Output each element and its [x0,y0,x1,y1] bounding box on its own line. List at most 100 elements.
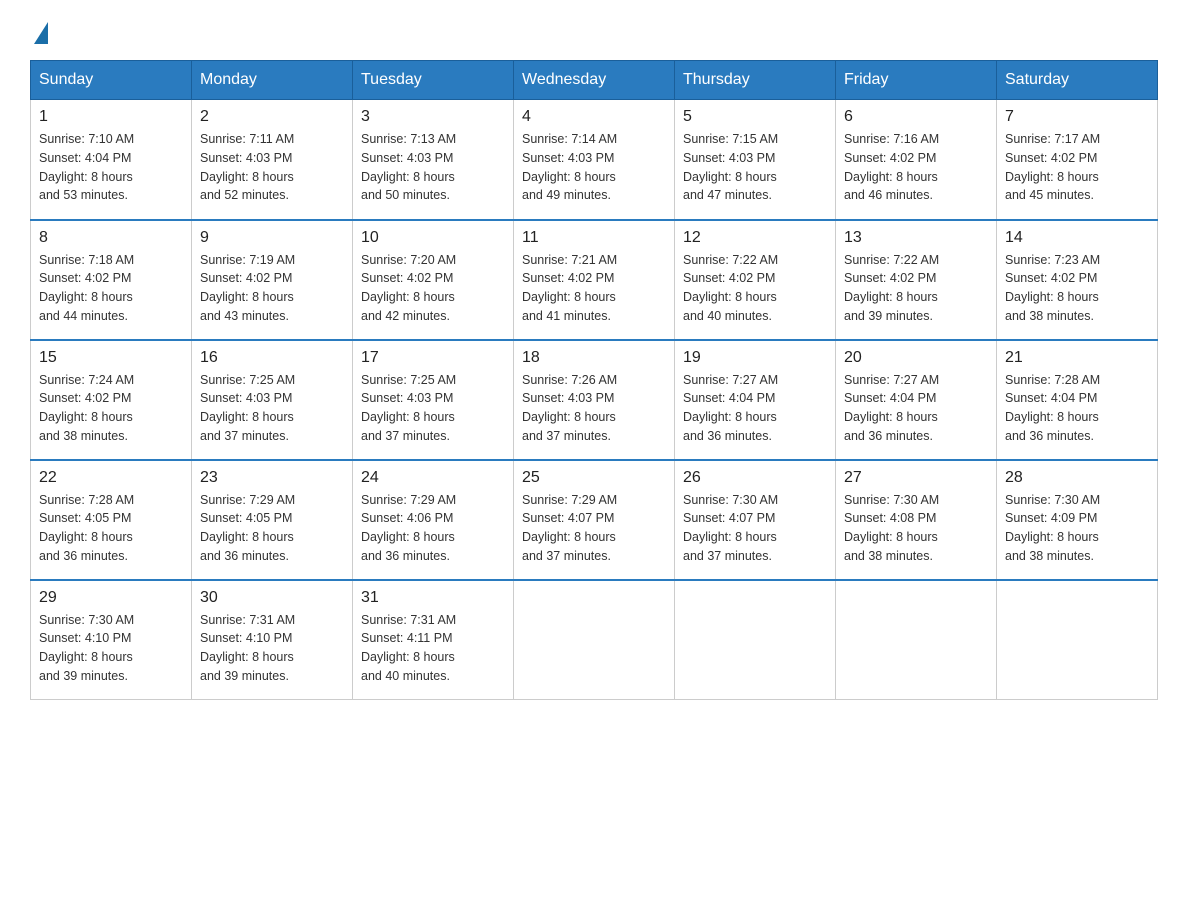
day-number: 17 [361,349,505,367]
day-info: Sunrise: 7:28 AM Sunset: 4:04 PM Dayligh… [1005,371,1149,446]
day-info: Sunrise: 7:23 AM Sunset: 4:02 PM Dayligh… [1005,251,1149,326]
day-info: Sunrise: 7:15 AM Sunset: 4:03 PM Dayligh… [683,130,827,205]
col-header-tuesday: Tuesday [353,61,514,100]
calendar-cell: 25 Sunrise: 7:29 AM Sunset: 4:07 PM Dayl… [514,460,675,580]
calendar-cell: 15 Sunrise: 7:24 AM Sunset: 4:02 PM Dayl… [31,340,192,460]
calendar-cell: 11 Sunrise: 7:21 AM Sunset: 4:02 PM Dayl… [514,220,675,340]
day-info: Sunrise: 7:24 AM Sunset: 4:02 PM Dayligh… [39,371,183,446]
day-number: 23 [200,469,344,487]
col-header-sunday: Sunday [31,61,192,100]
calendar-cell: 4 Sunrise: 7:14 AM Sunset: 4:03 PM Dayli… [514,100,675,220]
day-info: Sunrise: 7:29 AM Sunset: 4:05 PM Dayligh… [200,491,344,566]
day-number: 16 [200,349,344,367]
calendar-cell: 17 Sunrise: 7:25 AM Sunset: 4:03 PM Dayl… [353,340,514,460]
calendar-cell: 1 Sunrise: 7:10 AM Sunset: 4:04 PM Dayli… [31,100,192,220]
day-info: Sunrise: 7:20 AM Sunset: 4:02 PM Dayligh… [361,251,505,326]
day-info: Sunrise: 7:22 AM Sunset: 4:02 PM Dayligh… [683,251,827,326]
calendar-cell: 30 Sunrise: 7:31 AM Sunset: 4:10 PM Dayl… [192,580,353,700]
day-info: Sunrise: 7:31 AM Sunset: 4:11 PM Dayligh… [361,611,505,686]
day-info: Sunrise: 7:18 AM Sunset: 4:02 PM Dayligh… [39,251,183,326]
calendar-cell: 13 Sunrise: 7:22 AM Sunset: 4:02 PM Dayl… [836,220,997,340]
calendar-header-row: SundayMondayTuesdayWednesdayThursdayFrid… [31,61,1158,100]
day-number: 28 [1005,469,1149,487]
day-info: Sunrise: 7:25 AM Sunset: 4:03 PM Dayligh… [361,371,505,446]
day-info: Sunrise: 7:30 AM Sunset: 4:10 PM Dayligh… [39,611,183,686]
col-header-wednesday: Wednesday [514,61,675,100]
day-info: Sunrise: 7:26 AM Sunset: 4:03 PM Dayligh… [522,371,666,446]
day-info: Sunrise: 7:29 AM Sunset: 4:07 PM Dayligh… [522,491,666,566]
day-number: 12 [683,229,827,247]
page-header [30,20,1158,40]
day-number: 27 [844,469,988,487]
day-number: 3 [361,108,505,126]
calendar-cell: 2 Sunrise: 7:11 AM Sunset: 4:03 PM Dayli… [192,100,353,220]
day-info: Sunrise: 7:14 AM Sunset: 4:03 PM Dayligh… [522,130,666,205]
day-number: 10 [361,229,505,247]
calendar-cell: 24 Sunrise: 7:29 AM Sunset: 4:06 PM Dayl… [353,460,514,580]
day-info: Sunrise: 7:17 AM Sunset: 4:02 PM Dayligh… [1005,130,1149,205]
calendar-cell: 7 Sunrise: 7:17 AM Sunset: 4:02 PM Dayli… [997,100,1158,220]
calendar-cell: 23 Sunrise: 7:29 AM Sunset: 4:05 PM Dayl… [192,460,353,580]
col-header-friday: Friday [836,61,997,100]
day-info: Sunrise: 7:29 AM Sunset: 4:06 PM Dayligh… [361,491,505,566]
day-number: 19 [683,349,827,367]
day-info: Sunrise: 7:30 AM Sunset: 4:08 PM Dayligh… [844,491,988,566]
day-info: Sunrise: 7:10 AM Sunset: 4:04 PM Dayligh… [39,130,183,205]
calendar-week-row: 22 Sunrise: 7:28 AM Sunset: 4:05 PM Dayl… [31,460,1158,580]
calendar-week-row: 29 Sunrise: 7:30 AM Sunset: 4:10 PM Dayl… [31,580,1158,700]
logo [30,20,48,40]
day-number: 9 [200,229,344,247]
day-info: Sunrise: 7:21 AM Sunset: 4:02 PM Dayligh… [522,251,666,326]
calendar-cell [675,580,836,700]
calendar-cell: 20 Sunrise: 7:27 AM Sunset: 4:04 PM Dayl… [836,340,997,460]
day-info: Sunrise: 7:31 AM Sunset: 4:10 PM Dayligh… [200,611,344,686]
calendar-cell [836,580,997,700]
day-info: Sunrise: 7:27 AM Sunset: 4:04 PM Dayligh… [683,371,827,446]
day-number: 29 [39,589,183,607]
day-number: 22 [39,469,183,487]
day-info: Sunrise: 7:30 AM Sunset: 4:09 PM Dayligh… [1005,491,1149,566]
day-info: Sunrise: 7:19 AM Sunset: 4:02 PM Dayligh… [200,251,344,326]
calendar-cell: 31 Sunrise: 7:31 AM Sunset: 4:11 PM Dayl… [353,580,514,700]
calendar-cell: 28 Sunrise: 7:30 AM Sunset: 4:09 PM Dayl… [997,460,1158,580]
day-number: 8 [39,229,183,247]
day-info: Sunrise: 7:25 AM Sunset: 4:03 PM Dayligh… [200,371,344,446]
day-number: 1 [39,108,183,126]
day-info: Sunrise: 7:27 AM Sunset: 4:04 PM Dayligh… [844,371,988,446]
day-number: 2 [200,108,344,126]
day-number: 18 [522,349,666,367]
calendar-cell [997,580,1158,700]
calendar-week-row: 15 Sunrise: 7:24 AM Sunset: 4:02 PM Dayl… [31,340,1158,460]
day-number: 31 [361,589,505,607]
logo-triangle-icon [34,22,48,44]
day-number: 13 [844,229,988,247]
day-number: 7 [1005,108,1149,126]
calendar-cell: 18 Sunrise: 7:26 AM Sunset: 4:03 PM Dayl… [514,340,675,460]
calendar-cell: 8 Sunrise: 7:18 AM Sunset: 4:02 PM Dayli… [31,220,192,340]
calendar-cell: 14 Sunrise: 7:23 AM Sunset: 4:02 PM Dayl… [997,220,1158,340]
col-header-thursday: Thursday [675,61,836,100]
day-number: 15 [39,349,183,367]
calendar-cell: 5 Sunrise: 7:15 AM Sunset: 4:03 PM Dayli… [675,100,836,220]
day-number: 25 [522,469,666,487]
day-number: 30 [200,589,344,607]
day-info: Sunrise: 7:22 AM Sunset: 4:02 PM Dayligh… [844,251,988,326]
day-info: Sunrise: 7:30 AM Sunset: 4:07 PM Dayligh… [683,491,827,566]
day-number: 5 [683,108,827,126]
day-number: 11 [522,229,666,247]
calendar-cell: 3 Sunrise: 7:13 AM Sunset: 4:03 PM Dayli… [353,100,514,220]
calendar-cell [514,580,675,700]
day-info: Sunrise: 7:16 AM Sunset: 4:02 PM Dayligh… [844,130,988,205]
day-number: 21 [1005,349,1149,367]
day-info: Sunrise: 7:11 AM Sunset: 4:03 PM Dayligh… [200,130,344,205]
calendar-week-row: 8 Sunrise: 7:18 AM Sunset: 4:02 PM Dayli… [31,220,1158,340]
calendar-cell: 22 Sunrise: 7:28 AM Sunset: 4:05 PM Dayl… [31,460,192,580]
calendar-cell: 9 Sunrise: 7:19 AM Sunset: 4:02 PM Dayli… [192,220,353,340]
calendar-cell: 6 Sunrise: 7:16 AM Sunset: 4:02 PM Dayli… [836,100,997,220]
calendar-cell: 26 Sunrise: 7:30 AM Sunset: 4:07 PM Dayl… [675,460,836,580]
day-info: Sunrise: 7:28 AM Sunset: 4:05 PM Dayligh… [39,491,183,566]
day-info: Sunrise: 7:13 AM Sunset: 4:03 PM Dayligh… [361,130,505,205]
col-header-monday: Monday [192,61,353,100]
calendar-cell: 10 Sunrise: 7:20 AM Sunset: 4:02 PM Dayl… [353,220,514,340]
calendar-cell: 12 Sunrise: 7:22 AM Sunset: 4:02 PM Dayl… [675,220,836,340]
